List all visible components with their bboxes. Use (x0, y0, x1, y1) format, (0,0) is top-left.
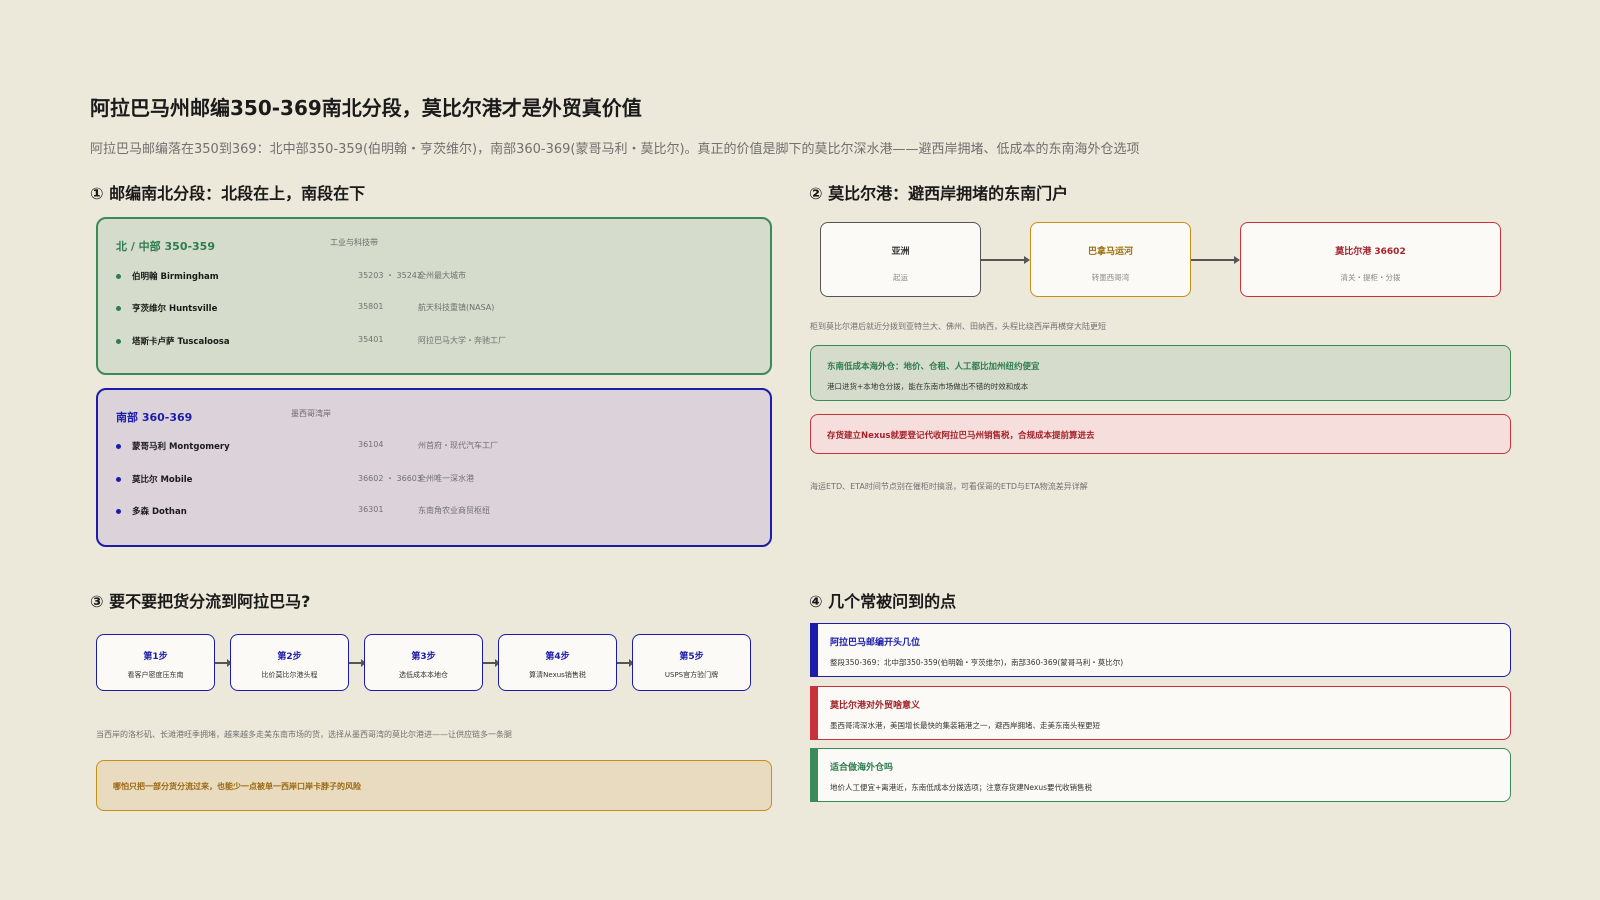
city-item: 莫比尔 Mobile 36602 ・ 36603 全州唯一深水港 (116, 472, 756, 488)
warehouse-callout: 东南低成本海外仓：地价、仓租、人工都比加州纽约便宜 港口进货+本地仓分拨，能在东… (810, 345, 1511, 401)
diversion-note: 当西岸的洛杉矶、长滩港旺季拥堵，越来越多走美东南市场的货，选择从墨西哥湾的莫比尔… (96, 730, 512, 739)
city-item: 多森 Dothan 36301 东南角农业商贸枢纽 (116, 504, 756, 520)
bullet-dot-icon (116, 477, 121, 482)
page-subtitle: 阿拉巴马邮编落在350到369：北中部350-359(伯明翰・亨茨维尔)，南部3… (90, 142, 1140, 157)
section-2-title: ② 莫比尔港：避西岸拥堵的东南门户 (809, 184, 1069, 203)
flow-node-title: 莫比尔港 36602 (1335, 247, 1406, 257)
step-card: 第2步 比价莫比尔港头程 (230, 634, 349, 691)
step-card: 第5步 USPS官方验门牌 (632, 634, 751, 691)
city-name: 塔斯卡卢萨 Tuscaloosa (132, 337, 230, 347)
city-item: 蒙哥马利 Montgomery 36104 州首府・现代汽车工厂 (116, 439, 756, 455)
step-arrow-icon (215, 659, 232, 667)
flow-node-asia: 亚洲 起运 (820, 222, 981, 297)
callout-sub: 港口进货+本地仓分拨，能在东南市场做出不错的时效和成本 (827, 382, 1029, 391)
step-title: 第1步 (143, 652, 168, 662)
flow-node-title: 亚洲 (891, 247, 910, 257)
bullet-dot-icon (116, 274, 121, 279)
city-zip: 35401 (358, 335, 384, 344)
city-name: 蒙哥马利 Montgomery (132, 442, 230, 452)
step-arrow-icon (617, 659, 634, 667)
city-zip: 36301 (358, 505, 384, 514)
north-region-panel: 北 / 中部 350-359 工业与科技带 伯明翰 Birmingham 352… (96, 217, 772, 375)
step-title: 第2步 (277, 652, 302, 662)
bullet-dot-icon (116, 306, 121, 311)
city-name: 莫比尔 Mobile (132, 475, 193, 485)
city-zip: 36602 ・ 36603 (358, 474, 422, 483)
step-title: 第3步 (411, 652, 436, 662)
step-card: 第4步 算清Nexus销售税 (498, 634, 617, 691)
flow-node-sub: 起运 (893, 273, 908, 282)
faq-answer: 墨西哥湾深水港，美国增长最快的集装箱港之一，避西岸拥堵、走美东南头程更短 (830, 721, 1100, 730)
callout-title: 东南低成本海外仓：地价、仓租、人工都比加州纽约便宜 (827, 362, 1040, 372)
city-item: 亨茨维尔 Huntsville 35801 航天科技重镇(NASA) (116, 301, 756, 317)
city-zip: 35203 ・ 35242 (358, 271, 422, 280)
city-desc: 阿拉巴马大学・奔驰工厂 (418, 336, 506, 345)
city-zip: 36104 (358, 440, 384, 449)
flow-arrow-icon (981, 256, 1030, 264)
page-title: 阿拉巴马州邮编350-369南北分段，莫比尔港才是外贸真价值 (90, 96, 642, 120)
step-sub: 选低成本本地仓 (399, 671, 448, 679)
city-name: 亨茨维尔 Huntsville (132, 304, 218, 314)
bullet-dot-icon (116, 444, 121, 449)
callout-title: 存货建立Nexus就要登记代收阿拉巴马州销售税，合规成本提前算进去 (827, 431, 1095, 441)
faq-answer: 地价人工便宜+离港近，东南低成本分拨选项；注意存货建Nexus要代收销售税 (830, 783, 1092, 792)
section-1-title: ① 邮编南北分段：北段在上，南段在下 (90, 184, 366, 203)
flow-note: 柜到莫比尔港后就近分拨到亚特兰大、佛州、田纳西，头程比绕西岸再横穿大陆更短 (810, 322, 1106, 331)
flow-arrow-icon (1191, 256, 1240, 264)
city-zip: 35801 (358, 302, 384, 311)
faq-question: 阿拉巴马邮编开头几位 (830, 638, 921, 648)
north-region-heading: 北 / 中部 350-359 (116, 240, 215, 253)
south-region-tag: 墨西哥湾岸 (291, 409, 331, 418)
section-3-title: ③ 要不要把货分流到阿拉巴马? (90, 592, 311, 611)
faq-answer: 整段350-369：北中部350-359(伯明翰・亨茨维尔)，南部360-369… (830, 658, 1124, 667)
faq-item: 阿拉巴马邮编开头几位 整段350-369：北中部350-359(伯明翰・亨茨维尔… (810, 623, 1511, 677)
city-desc: 东南角农业商贸枢纽 (418, 506, 490, 515)
city-desc: 全州唯一深水港 (418, 474, 474, 483)
flow-node-sub: 转墨西哥湾 (1091, 273, 1130, 282)
bullet-dot-icon (116, 339, 121, 344)
south-region-panel: 南部 360-369 墨西哥湾岸 蒙哥马利 Montgomery 36104 州… (96, 388, 772, 547)
flow-node-mobile-port: 莫比尔港 36602 清关・提柜・分拨 (1240, 222, 1501, 297)
step-arrow-icon (349, 659, 366, 667)
step-card: 第3步 选低成本本地仓 (364, 634, 483, 691)
section-4-title: ④ 几个常被问到的点 (809, 592, 957, 611)
city-desc: 航天科技重镇(NASA) (418, 303, 495, 312)
city-name: 多森 Dothan (132, 507, 187, 517)
risk-callout: 哪怕只把一部分货分流过来，也能少一点被单一西岸口岸卡脖子的风险 (96, 760, 772, 811)
north-region-tag: 工业与科技带 (330, 238, 378, 247)
etd-eta-note: 海运ETD、ETA时间节点别在催柜时搞混，可看保哥的ETD与ETA物流差异详解 (810, 482, 1088, 491)
flow-node-title: 巴拿马运河 (1087, 247, 1133, 257)
step-title: 第5步 (679, 652, 704, 662)
step-sub: 看客户密度压东南 (127, 671, 184, 679)
flow-node-sub: 清关・提柜・分拨 (1340, 273, 1401, 282)
city-desc: 全州最大城市 (418, 271, 466, 280)
step-sub: USPS官方验门牌 (664, 671, 719, 679)
faq-question: 适合做海外仓吗 (830, 763, 894, 773)
city-desc: 州首府・现代汽车工厂 (418, 441, 498, 450)
faq-item: 莫比尔港对外贸啥意义 墨西哥湾深水港，美国增长最快的集装箱港之一，避西岸拥堵、走… (810, 686, 1511, 740)
faq-question: 莫比尔港对外贸啥意义 (830, 701, 921, 711)
step-title: 第4步 (545, 652, 570, 662)
step-sub: 比价莫比尔港头程 (261, 671, 318, 679)
bullet-dot-icon (116, 509, 121, 514)
city-item: 伯明翰 Birmingham 35203 ・ 35242 全州最大城市 (116, 269, 756, 285)
step-card: 第1步 看客户密度压东南 (96, 634, 215, 691)
nexus-warning-callout: 存货建立Nexus就要登记代收阿拉巴马州销售税，合规成本提前算进去 (810, 414, 1511, 454)
city-name: 伯明翰 Birmingham (132, 272, 219, 282)
flow-node-panama: 巴拿马运河 转墨西哥湾 (1030, 222, 1191, 297)
city-item: 塔斯卡卢萨 Tuscaloosa 35401 阿拉巴马大学・奔驰工厂 (116, 334, 756, 350)
faq-item: 适合做海外仓吗 地价人工便宜+离港近，东南低成本分拨选项；注意存货建Nexus要… (810, 748, 1511, 802)
step-arrow-icon (483, 659, 500, 667)
callout-title: 哪怕只把一部分货分流过来，也能少一点被单一西岸口岸卡脖子的风险 (113, 782, 361, 791)
step-sub: 算清Nexus销售税 (529, 671, 586, 679)
south-region-heading: 南部 360-369 (116, 411, 193, 424)
